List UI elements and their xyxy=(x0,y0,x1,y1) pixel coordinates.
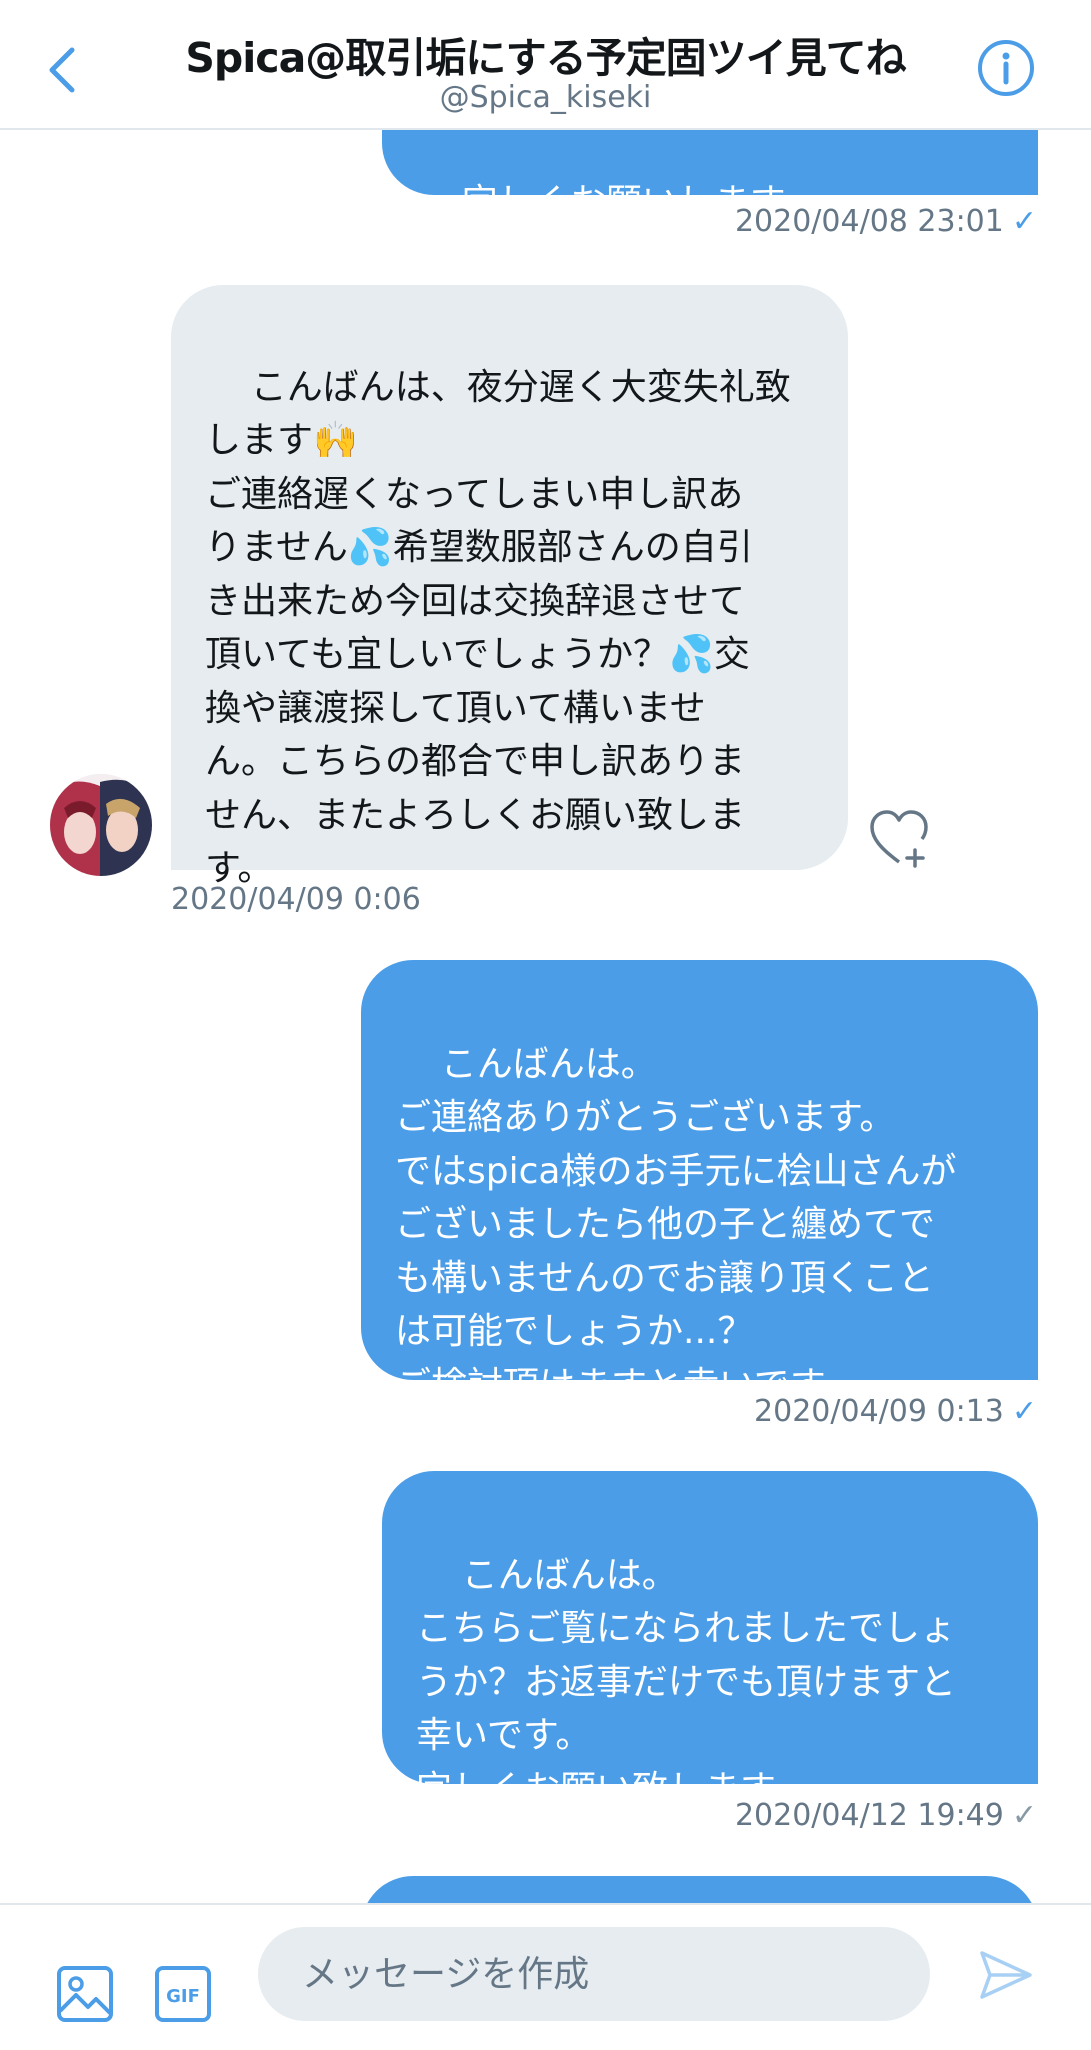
back-button[interactable] xyxy=(38,40,88,100)
received-message-bubble[interactable]: こんばんは、夜分遅く大変失礼致 します🙌 ご連絡遅くなってしまい申し訳あ りませ… xyxy=(171,285,848,889)
sent-message-bubble[interactable]: こんばんは。 こちらご覧になられましたでしょ うか？お返事だけでも頂けますと 幸… xyxy=(382,1471,1038,1810)
image-icon xyxy=(57,1966,113,2022)
add-gif-button[interactable]: GIF xyxy=(154,1965,212,2023)
message-composer: GIF xyxy=(0,1903,1091,2050)
user-handle: @Spica_kiseki xyxy=(439,80,652,115)
sent-check-icon: ✓ xyxy=(1011,1798,1037,1833)
info-button[interactable] xyxy=(976,38,1036,98)
read-check-icon: ✓ xyxy=(1011,204,1037,239)
message-input[interactable] xyxy=(258,1927,930,2021)
conversation-header: Spica@取引垢にする予定固ツイ見てね @Spica_kiseki xyxy=(0,0,1091,130)
message-timestamp: 2020/04/08 23:01 ✓ xyxy=(735,204,1037,239)
send-icon xyxy=(980,1951,1032,1999)
timestamp-text: 2020/04/08 23:01 xyxy=(734,204,1004,239)
heart-plus-icon xyxy=(870,810,928,868)
timestamp-text: 2020/04/09 0:06 xyxy=(171,882,421,917)
gif-icon: GIF xyxy=(155,1966,211,2022)
sent-message-bubble[interactable] xyxy=(361,1876,1038,1903)
like-heart-icon[interactable] xyxy=(868,808,930,870)
add-image-button[interactable] xyxy=(56,1965,114,2023)
read-check-icon: ✓ xyxy=(1011,1394,1037,1429)
message-text: こんばんは、夜分遅く大変失礼致 します🙌 ご連絡遅くなってしまい申し訳あ りませ… xyxy=(205,366,791,890)
gif-label: GIF xyxy=(166,1986,200,2007)
info-circle-icon xyxy=(978,40,1034,96)
avatar-image xyxy=(50,774,152,876)
message-timestamp: 2020/04/12 19:49 ✓ xyxy=(735,1798,1037,1833)
sent-message-bubble[interactable]: こんばんは。 ご連絡ありがとうございます。 ではspica様のお手元に桧山さんが… xyxy=(361,960,1038,1406)
avatar[interactable] xyxy=(50,774,152,876)
message-text: こんばんは。 こちらご覧になられましたでしょ うか？お返事だけでも頂けますと 幸… xyxy=(416,1554,957,1810)
conversation-view[interactable]: 宜しくお願いします。 2020/04/08 23:01 ✓ こんばんは、夜分遅く大… xyxy=(0,0,1091,1903)
send-button[interactable] xyxy=(976,1945,1036,2005)
message-timestamp: 2020/04/09 0:13 ✓ xyxy=(754,1394,1037,1429)
chevron-left-icon xyxy=(49,47,75,93)
timestamp-text: 2020/04/09 0:13 xyxy=(754,1394,1004,1429)
message-text: こんばんは。 ご連絡ありがとうございます。 ではspica様のお手元に桧山さんが… xyxy=(395,1043,957,1406)
timestamp-text: 2020/04/12 19:49 xyxy=(734,1798,1004,1833)
page-title[interactable]: Spica@取引垢にする予定固ツイ見てね xyxy=(120,24,971,84)
message-timestamp: 2020/04/09 0:06 xyxy=(171,882,421,917)
